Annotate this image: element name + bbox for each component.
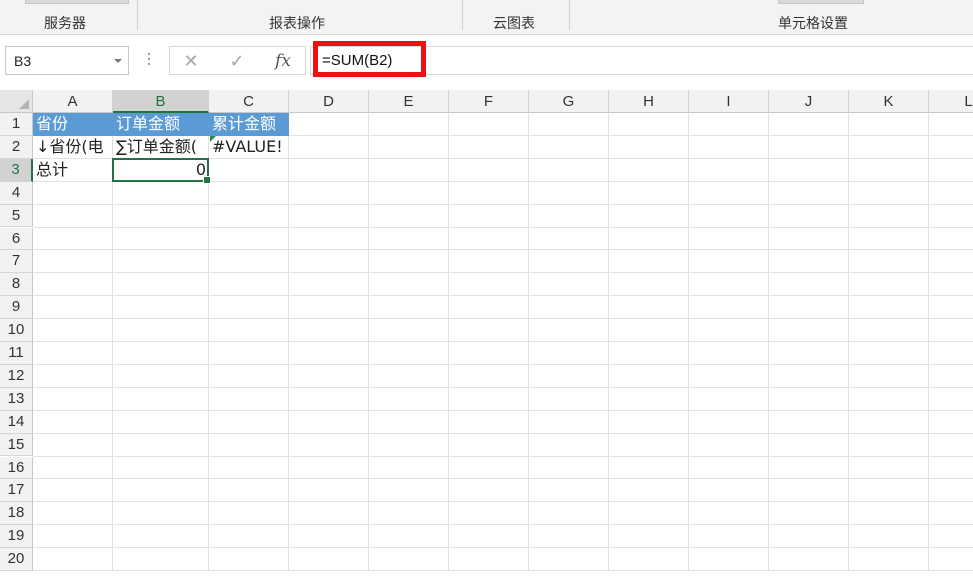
ribbon-button-stub[interactable]	[25, 0, 129, 4]
gridline-row	[33, 226, 973, 228]
row-header-3[interactable]: 3	[0, 158, 33, 182]
gridline-column	[848, 113, 849, 571]
name-box-value: B3	[14, 53, 32, 69]
formula-bar: B3 ✕ ✓ fx =SUM(B2)	[0, 35, 973, 88]
name-box[interactable]: B3	[5, 46, 129, 75]
gridline-column	[448, 113, 449, 571]
row-header-14[interactable]: 14	[0, 410, 33, 434]
row-header-19[interactable]: 19	[0, 525, 33, 549]
selected-cell-border	[112, 157, 211, 184]
cell-b1[interactable]: 订单金额	[113, 113, 209, 136]
gridline-row	[33, 272, 973, 274]
gridline-row	[33, 570, 973, 571]
gridline-column	[368, 113, 369, 571]
column-header-g[interactable]: G	[529, 90, 609, 113]
gridline-column	[768, 113, 769, 571]
gridline-row	[33, 432, 973, 434]
gridline-row	[33, 318, 973, 320]
insert-function-icon[interactable]: fx	[268, 49, 298, 73]
row-header-18[interactable]: 18	[0, 502, 33, 526]
row-header-7[interactable]: 7	[0, 250, 33, 274]
cell-a1[interactable]: 省份	[33, 113, 113, 136]
fill-handle[interactable]	[203, 175, 211, 184]
column-header-j[interactable]: J	[769, 90, 849, 113]
column-header-e[interactable]: E	[369, 90, 449, 113]
ribbon-group-cell-settings: 单元格设置	[778, 16, 848, 32]
gridline-column	[288, 113, 289, 571]
gridline-row	[33, 524, 973, 526]
gridline-row	[33, 386, 973, 388]
row-header-17[interactable]: 17	[0, 479, 33, 503]
gridline-column	[928, 113, 929, 571]
column-header-h[interactable]: H	[609, 90, 689, 113]
select-all-corner[interactable]	[0, 90, 33, 113]
ribbon-separator	[137, 0, 138, 30]
formula-highlight-box	[313, 41, 426, 77]
check-icon[interactable]: ✓	[222, 49, 252, 73]
ribbon-separator	[462, 0, 463, 30]
column-header-b[interactable]: B	[113, 90, 209, 113]
gridline-row	[33, 409, 973, 411]
row-header-13[interactable]: 13	[0, 387, 33, 411]
row-header-20[interactable]: 20	[0, 548, 33, 571]
chevron-down-icon[interactable]	[114, 59, 122, 63]
gridline-row	[33, 295, 973, 297]
gridline-column	[528, 113, 529, 571]
gridline-row	[33, 203, 973, 205]
gridline-column	[112, 113, 113, 571]
formula-buttons: ✕ ✓ fx	[169, 46, 306, 75]
column-header-i[interactable]: I	[689, 90, 769, 113]
ribbon-button-stub[interactable]	[778, 0, 864, 4]
ribbon-group-server: 服务器	[44, 16, 86, 32]
row-header-2[interactable]: 2	[0, 135, 33, 159]
column-header-l[interactable]: L	[929, 90, 973, 113]
gridline-column	[688, 113, 689, 571]
column-header-k[interactable]: K	[849, 90, 929, 113]
column-header-c[interactable]: C	[209, 90, 289, 113]
cell-c1[interactable]: 累计金额	[209, 113, 289, 136]
cell-c2[interactable]: #VALUE!	[209, 136, 289, 159]
column-header-a[interactable]: A	[33, 90, 113, 113]
grip-icon[interactable]	[148, 53, 151, 69]
row-header-11[interactable]: 11	[0, 342, 33, 365]
cell-b2[interactable]: ∑订单金额(	[113, 136, 209, 159]
column-header-d[interactable]: D	[289, 90, 369, 113]
row-header-12[interactable]: 12	[0, 364, 33, 388]
ribbon-separator	[569, 0, 570, 30]
row-header-4[interactable]: 4	[0, 181, 33, 205]
gridline-column	[608, 113, 609, 571]
gridline-row	[33, 478, 973, 480]
row-header-1[interactable]: 1	[0, 113, 33, 136]
ribbon-group-labels: 服务器 报表操作 云图表 单元格设置	[0, 0, 973, 35]
cell-a3[interactable]: 总计	[33, 159, 113, 182]
row-header-8[interactable]: 8	[0, 273, 33, 297]
row-header-6[interactable]: 6	[0, 227, 33, 251]
ribbon-group-report-ops: 报表操作	[269, 16, 325, 32]
gridline-row	[33, 363, 973, 365]
gridline-row	[33, 249, 973, 251]
cell-a2[interactable]: ↓省份(电	[33, 136, 113, 159]
gridline-row	[33, 547, 973, 549]
row-header-16[interactable]: 16	[0, 456, 33, 480]
gridline-row	[33, 341, 973, 342]
error-indicator-icon[interactable]	[210, 135, 216, 142]
cancel-icon[interactable]: ✕	[176, 49, 206, 73]
gridline-row	[33, 501, 973, 503]
ribbon-group-cloud-chart: 云图表	[493, 16, 535, 32]
row-header-10[interactable]: 10	[0, 319, 33, 342]
row-header-9[interactable]: 9	[0, 296, 33, 320]
row-header-5[interactable]: 5	[0, 204, 33, 228]
gridline-row	[33, 455, 973, 457]
row-header-15[interactable]: 15	[0, 433, 33, 457]
column-header-f[interactable]: F	[449, 90, 529, 113]
